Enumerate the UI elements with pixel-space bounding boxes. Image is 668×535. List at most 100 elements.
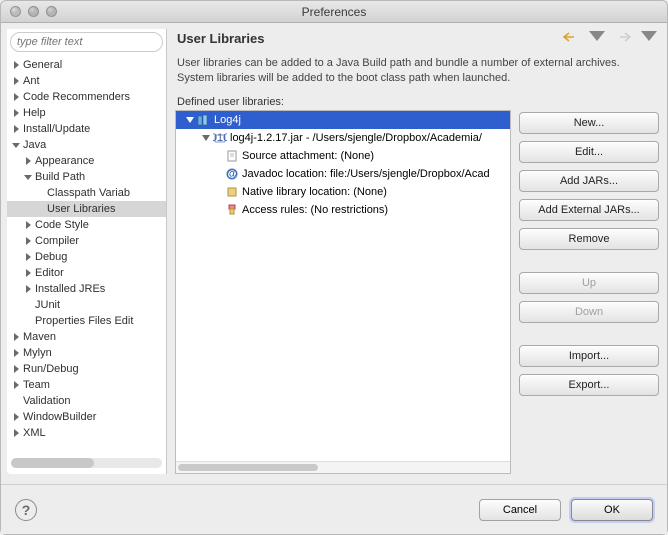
titlebar: Preferences: [1, 1, 667, 23]
window-title: Preferences: [1, 5, 667, 19]
sidebar-item-label: Code Recommenders: [23, 91, 130, 103]
chevron-right-icon[interactable]: [11, 332, 21, 342]
library-name: Log4j: [214, 114, 241, 126]
help-icon[interactable]: ?: [15, 499, 37, 521]
sidebar-item-label: WindowBuilder: [23, 411, 96, 423]
sidebar-item-label: Team: [23, 379, 50, 391]
sidebar-item-label: Help: [23, 107, 46, 119]
sidebar-item-label: Mylyn: [23, 347, 52, 359]
back-icon[interactable]: [563, 31, 579, 46]
add-external-jars-button[interactable]: Add External JARs...: [519, 199, 659, 221]
sidebar-item-help[interactable]: Help: [7, 105, 166, 121]
sidebar: General Ant Code Recommenders Help Install/U…: [7, 29, 167, 474]
sidebar-item-classpath-variab[interactable]: Classpath Variab: [7, 185, 166, 201]
sidebar-item-run-debug[interactable]: Run/Debug: [7, 361, 166, 377]
chevron-right-icon[interactable]: [11, 348, 21, 358]
sidebar-item-validation[interactable]: Validation: [7, 393, 166, 409]
javadoc-icon: @: [224, 167, 240, 181]
sidebar-item-team[interactable]: Team: [7, 377, 166, 393]
chevron-right-icon[interactable]: [11, 76, 21, 86]
chevron-down-icon[interactable]: [184, 116, 196, 124]
sidebar-item-label: Build Path: [35, 171, 85, 183]
sidebar-item-label: Code Style: [35, 219, 89, 231]
defined-label: Defined user libraries:: [175, 92, 659, 110]
native-icon: [224, 185, 240, 199]
chevron-right-icon[interactable]: [11, 412, 21, 422]
chevron-down-icon[interactable]: [23, 172, 33, 182]
sidebar-item-compiler[interactable]: Compiler: [7, 233, 166, 249]
native-row[interactable]: Native library location: (None): [176, 183, 510, 201]
sidebar-item-label: Editor: [35, 267, 64, 279]
sidebar-item-label: Maven: [23, 331, 56, 343]
sidebar-item-install-update[interactable]: Install/Update: [7, 121, 166, 137]
chevron-right-icon[interactable]: [23, 236, 33, 246]
source-label: Source attachment: (None): [242, 150, 374, 162]
javadoc-row[interactable]: @ Javadoc location: file:/Users/sjengle/…: [176, 165, 510, 183]
sidebar-item-label: General: [23, 59, 62, 71]
native-label: Native library location: (None): [242, 186, 387, 198]
source-attachment-row[interactable]: Source attachment: (None): [176, 147, 510, 165]
sidebar-item-junit[interactable]: JUnit: [7, 297, 166, 313]
add-jars-button[interactable]: Add JARs...: [519, 170, 659, 192]
chevron-right-icon[interactable]: [11, 124, 21, 134]
sidebar-item-code-recommenders[interactable]: Code Recommenders: [7, 89, 166, 105]
list-scrollbar[interactable]: [176, 461, 510, 473]
chevron-right-icon[interactable]: [23, 284, 33, 294]
user-libraries-list[interactable]: Log4j 010 log4j-1.2.17.jar - /Users/sjen…: [175, 110, 511, 474]
new-button[interactable]: New...: [519, 112, 659, 134]
back-menu-icon[interactable]: [589, 31, 605, 46]
access-row[interactable]: Access rules: (No restrictions): [176, 201, 510, 219]
arrow-spacer: [35, 188, 45, 198]
forward-menu-icon[interactable]: [641, 31, 657, 46]
sidebar-item-java[interactable]: Java: [7, 137, 166, 153]
chevron-down-icon[interactable]: [200, 134, 212, 142]
panel-heading: User Libraries: [177, 31, 264, 46]
filter-input[interactable]: [10, 32, 163, 52]
ok-button[interactable]: OK: [571, 499, 653, 521]
sidebar-item-label: Install/Update: [23, 123, 90, 135]
arrow-spacer: [23, 300, 33, 310]
chevron-right-icon[interactable]: [23, 220, 33, 230]
preferences-tree[interactable]: General Ant Code Recommenders Help Install/U…: [7, 55, 166, 455]
sidebar-item-windowbuilder[interactable]: WindowBuilder: [7, 409, 166, 425]
sidebar-item-label: Debug: [35, 251, 67, 263]
sidebar-item-appearance[interactable]: Appearance: [7, 153, 166, 169]
sidebar-item-label: Appearance: [35, 155, 94, 167]
cancel-button[interactable]: Cancel: [479, 499, 561, 521]
jar-row[interactable]: 010 log4j-1.2.17.jar - /Users/sjengle/Dr…: [176, 129, 510, 147]
chevron-right-icon[interactable]: [11, 60, 21, 70]
remove-button[interactable]: Remove: [519, 228, 659, 250]
sidebar-item-general[interactable]: General: [7, 57, 166, 73]
chevron-right-icon[interactable]: [11, 364, 21, 374]
sidebar-item-mylyn[interactable]: Mylyn: [7, 345, 166, 361]
chevron-right-icon[interactable]: [23, 268, 33, 278]
sidebar-item-build-path[interactable]: Build Path: [7, 169, 166, 185]
chevron-right-icon[interactable]: [11, 108, 21, 118]
library-icon: [196, 113, 212, 127]
chevron-right-icon[interactable]: [11, 380, 21, 390]
sidebar-item-xml[interactable]: XML: [7, 425, 166, 441]
access-label: Access rules: (No restrictions): [242, 204, 388, 216]
sidebar-item-maven[interactable]: Maven: [7, 329, 166, 345]
sidebar-item-debug[interactable]: Debug: [7, 249, 166, 265]
import-button[interactable]: Import...: [519, 345, 659, 367]
chevron-right-icon[interactable]: [23, 252, 33, 262]
sidebar-item-properties-files-edit[interactable]: Properties Files Edit: [7, 313, 166, 329]
sidebar-item-ant[interactable]: Ant: [7, 73, 166, 89]
sidebar-item-installed-jres[interactable]: Installed JREs: [7, 281, 166, 297]
chevron-right-icon[interactable]: [11, 428, 21, 438]
export-button[interactable]: Export...: [519, 374, 659, 396]
edit-button[interactable]: Edit...: [519, 141, 659, 163]
sidebar-item-editor[interactable]: Editor: [7, 265, 166, 281]
sidebar-item-label: Run/Debug: [23, 363, 79, 375]
sidebar-item-label: User Libraries: [47, 203, 115, 215]
chevron-right-icon[interactable]: [11, 92, 21, 102]
chevron-right-icon[interactable]: [23, 156, 33, 166]
library-row[interactable]: Log4j: [176, 111, 510, 129]
filter-container: [10, 32, 163, 52]
sidebar-item-code-style[interactable]: Code Style: [7, 217, 166, 233]
sidebar-scrollbar[interactable]: [11, 458, 162, 468]
sidebar-item-user-libraries[interactable]: User Libraries: [7, 201, 166, 217]
footer: ? Cancel OK: [1, 484, 667, 534]
chevron-down-icon[interactable]: [11, 140, 21, 150]
